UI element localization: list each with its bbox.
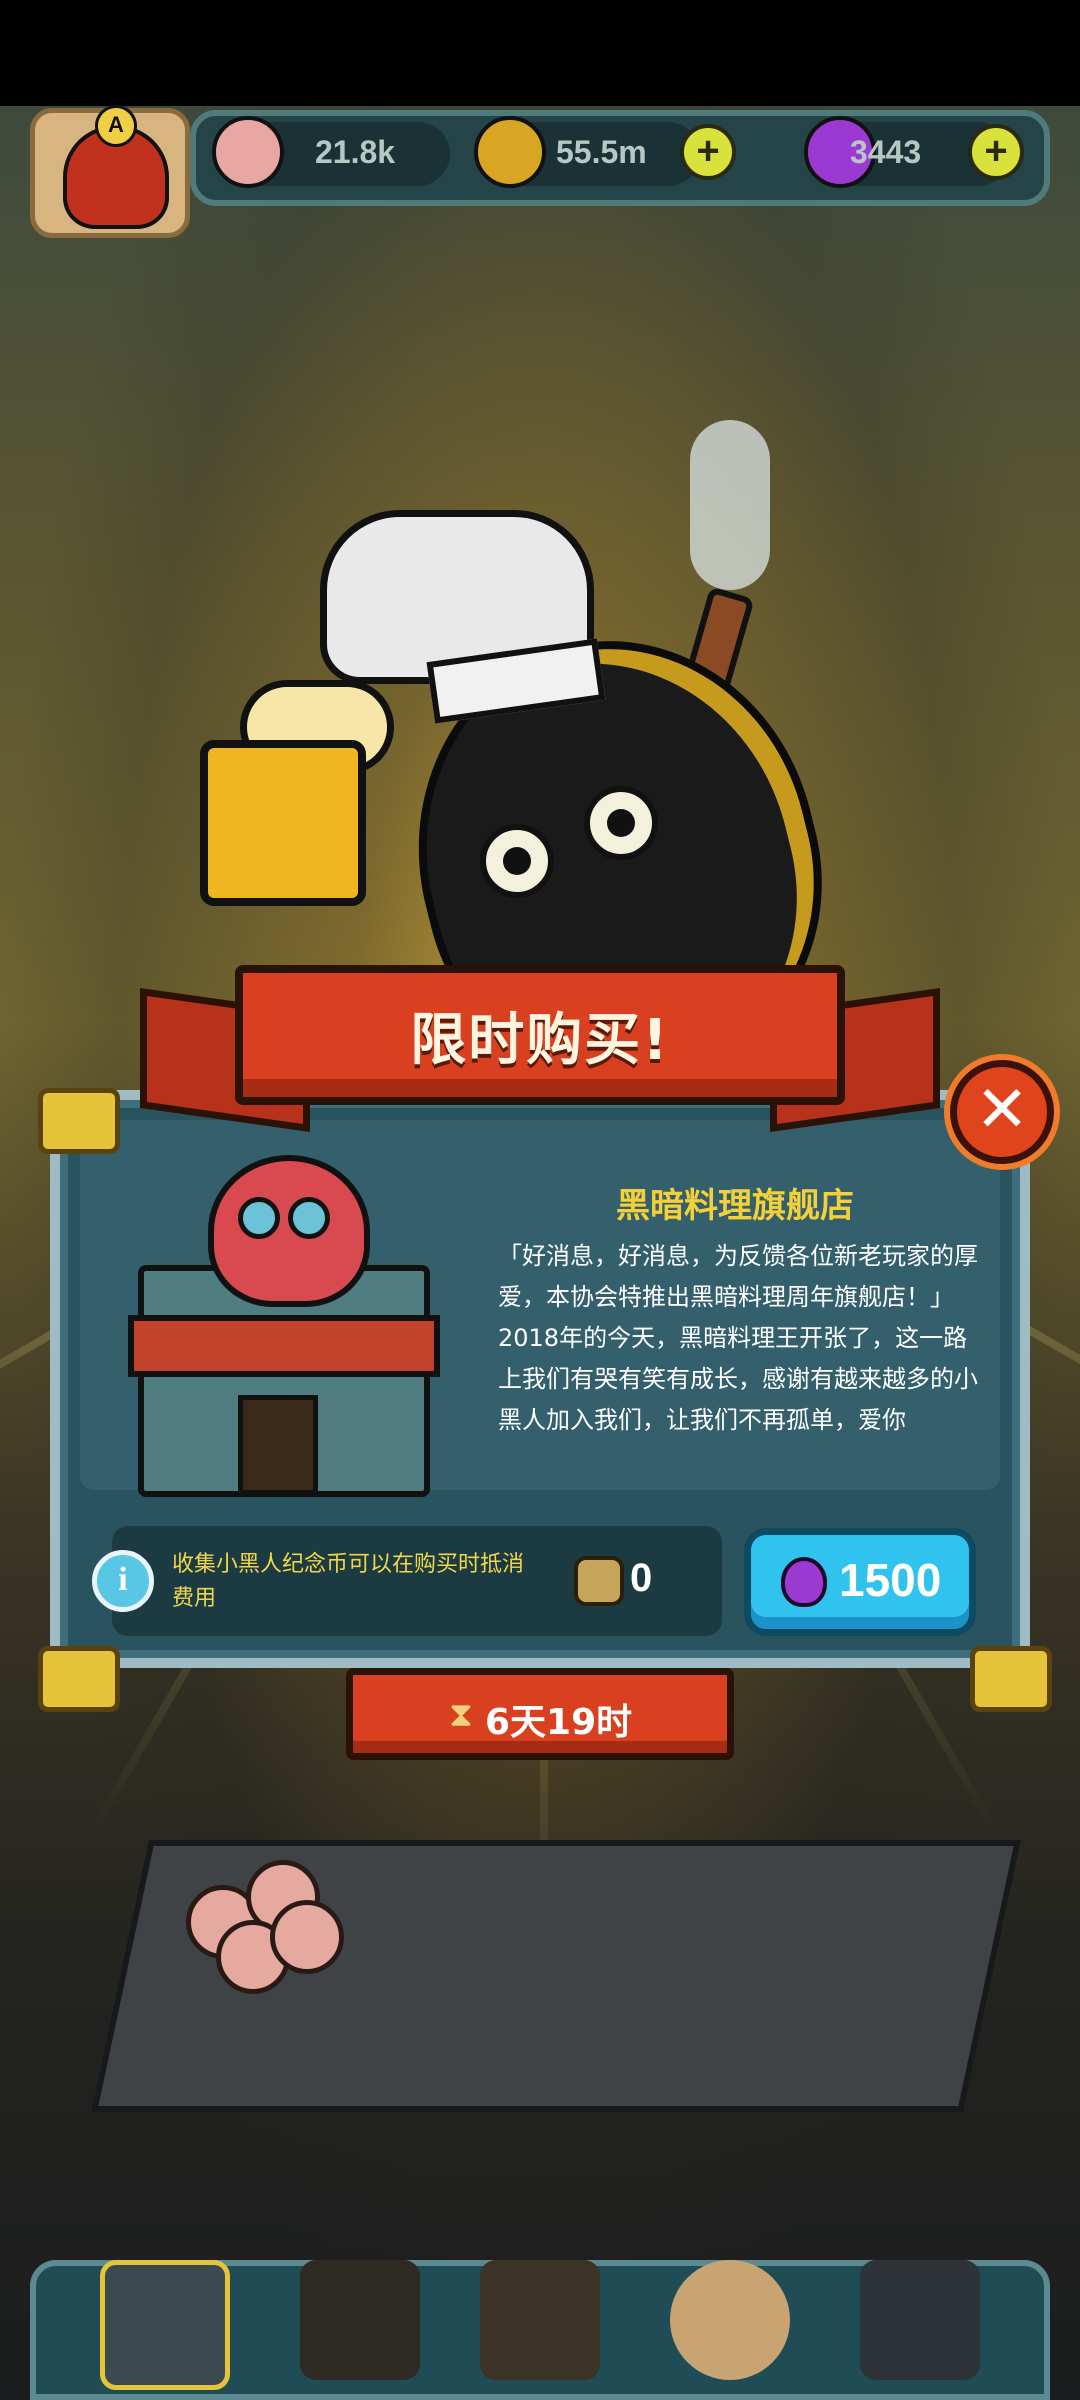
panel-corner-ornament [38,1646,120,1712]
countdown-timer: 6天19时 [485,1702,633,1743]
coin-count: 55.5m [556,134,647,170]
panel-corner-ornament [970,1646,1052,1712]
countdown-ribbon: ⧗ 6天19时 [346,1668,734,1760]
potion-count: 3443 [850,134,922,170]
shop-building-image [128,1135,440,1505]
hourglass-icon: ⧗ [449,1695,473,1735]
rank-letter: A [95,105,137,147]
commemorative-coin-count: 0 [630,1556,653,1600]
beer-mug-icon [200,740,366,906]
shop-awning [128,1315,440,1377]
title-ribbon: 限时购买! [235,965,845,1105]
shop-description: 「好消息，好消息，为反馈各位新老玩家的厚爱，本协会特推出黑暗料理周年旗舰店！」2… [498,1242,978,1434]
popup-title: 限时购买! [410,1008,670,1073]
character-eye-left [480,824,554,898]
rank-badge[interactable]: A [30,105,190,238]
octopus-mascot-icon [208,1155,370,1307]
black-guy-coin-icon [574,1556,624,1606]
close-icon: ✕ [975,1073,1029,1147]
add-potions-button[interactable]: + [968,124,1024,180]
character-eye-right [584,786,658,860]
eyeball-icon [212,116,284,188]
nav-book-icon[interactable] [480,2260,600,2380]
smoke-icon [690,420,770,590]
info-icon[interactable]: i [92,1550,154,1612]
buy-button[interactable]: 1500 [744,1528,976,1636]
eyeball-count: 21.8k [315,134,396,170]
panel-corner-ornament [38,1088,120,1154]
nav-money-bag-icon[interactable] [670,2260,790,2380]
nav-character-icon[interactable] [300,2260,420,2380]
add-coins-button[interactable]: + [680,124,736,180]
purple-potion-icon [781,1557,827,1607]
buy-price: 1500 [839,1554,942,1606]
shop-name: 黑暗料理旗舰店 [616,1186,854,1226]
nav-grid-icon[interactable] [860,2260,980,2380]
shop-door [238,1395,318,1495]
goggle-icon [288,1197,330,1239]
close-button[interactable]: ✕ [950,1060,1054,1164]
coin-info-text: 收集小黑人纪念币可以在购买时抵消费用 [172,1552,525,1611]
nav-shop-icon[interactable] [100,2260,230,2390]
eyeball-egg-icon [270,1900,344,1974]
goggle-icon [238,1197,280,1239]
gold-coin-icon [474,116,546,188]
